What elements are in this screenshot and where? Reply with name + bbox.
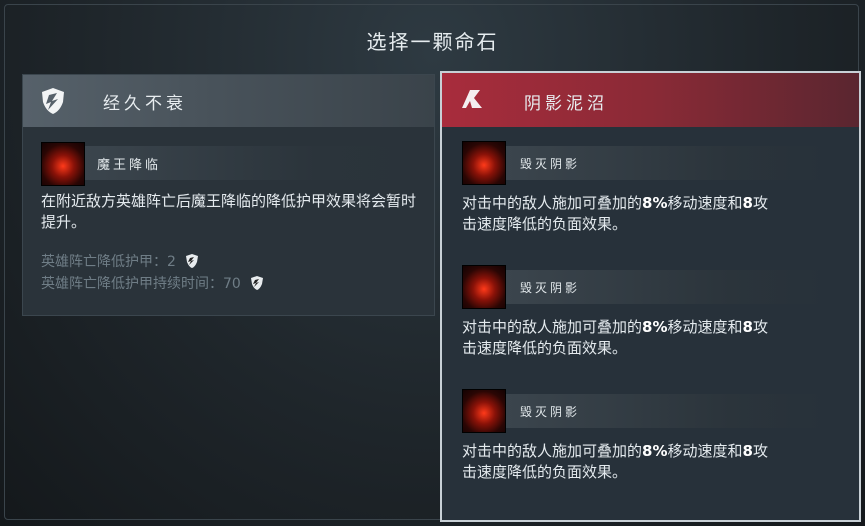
- shield-icon: [251, 276, 264, 290]
- ability-icon: [462, 389, 506, 433]
- facet-header: 阴影泥沼: [442, 73, 859, 127]
- shadow-mire-icon: [442, 73, 502, 125]
- facet-card-left[interactable]: 经久不衰 魔王降临 在附近敌方英雄阵亡后魔王降临的降低护甲效果将会暂时提升。 英…: [22, 74, 435, 316]
- stat-line: 英雄阵亡降低护甲：2: [41, 252, 200, 272]
- ability-description: 对击中的敌人施加可叠加的8%移动速度和8攻 击速度降低的负面效果。: [462, 194, 768, 233]
- ability-name: 魔王降临: [97, 158, 162, 173]
- ability-name: 毁灭阴影: [520, 157, 581, 171]
- facet-name: 经久不衰: [103, 94, 187, 114]
- stat-line: 英雄阵亡降低护甲持续时间：70: [41, 274, 265, 294]
- ability-description: 对击中的敌人施加可叠加的8%移动速度和8攻 击速度降低的负面效果。: [462, 442, 768, 481]
- ability-row: 毁灭阴影: [462, 141, 842, 185]
- dialog-title: 选择一颗命石: [366, 30, 499, 54]
- ability-row: 魔王降临: [41, 142, 434, 186]
- stat-value: 70: [223, 276, 241, 292]
- ability-description: 在附近敌方英雄阵亡后魔王降临的降低护甲效果将会暂时提升。: [41, 192, 417, 231]
- facet-card-right[interactable]: 阴影泥沼 毁灭阴影 对击中的敌人施加可叠加的8%移动速度和8攻 击速度降低的负面效…: [440, 71, 861, 522]
- ability-description: 对击中的敌人施加可叠加的8%移动速度和8攻 击速度降低的负面效果。: [462, 318, 768, 357]
- facet-header: 经久不衰: [23, 75, 434, 127]
- stat-label: 英雄阵亡降低护甲：: [41, 254, 167, 270]
- ability-row: 毁灭阴影: [462, 265, 842, 309]
- shield-icon: [23, 75, 83, 127]
- stat-label: 英雄阵亡降低护甲持续时间：: [41, 276, 223, 292]
- ability-row: 毁灭阴影: [462, 389, 842, 433]
- ability-icon: [462, 265, 506, 309]
- stat-value: 2: [167, 254, 176, 270]
- ability-name: 毁灭阴影: [520, 281, 581, 295]
- ability-name: 毁灭阴影: [520, 405, 581, 419]
- shield-icon: [186, 254, 199, 268]
- ability-icon: [462, 141, 506, 185]
- ability-icon: [41, 142, 85, 186]
- facet-name: 阴影泥沼: [524, 94, 608, 114]
